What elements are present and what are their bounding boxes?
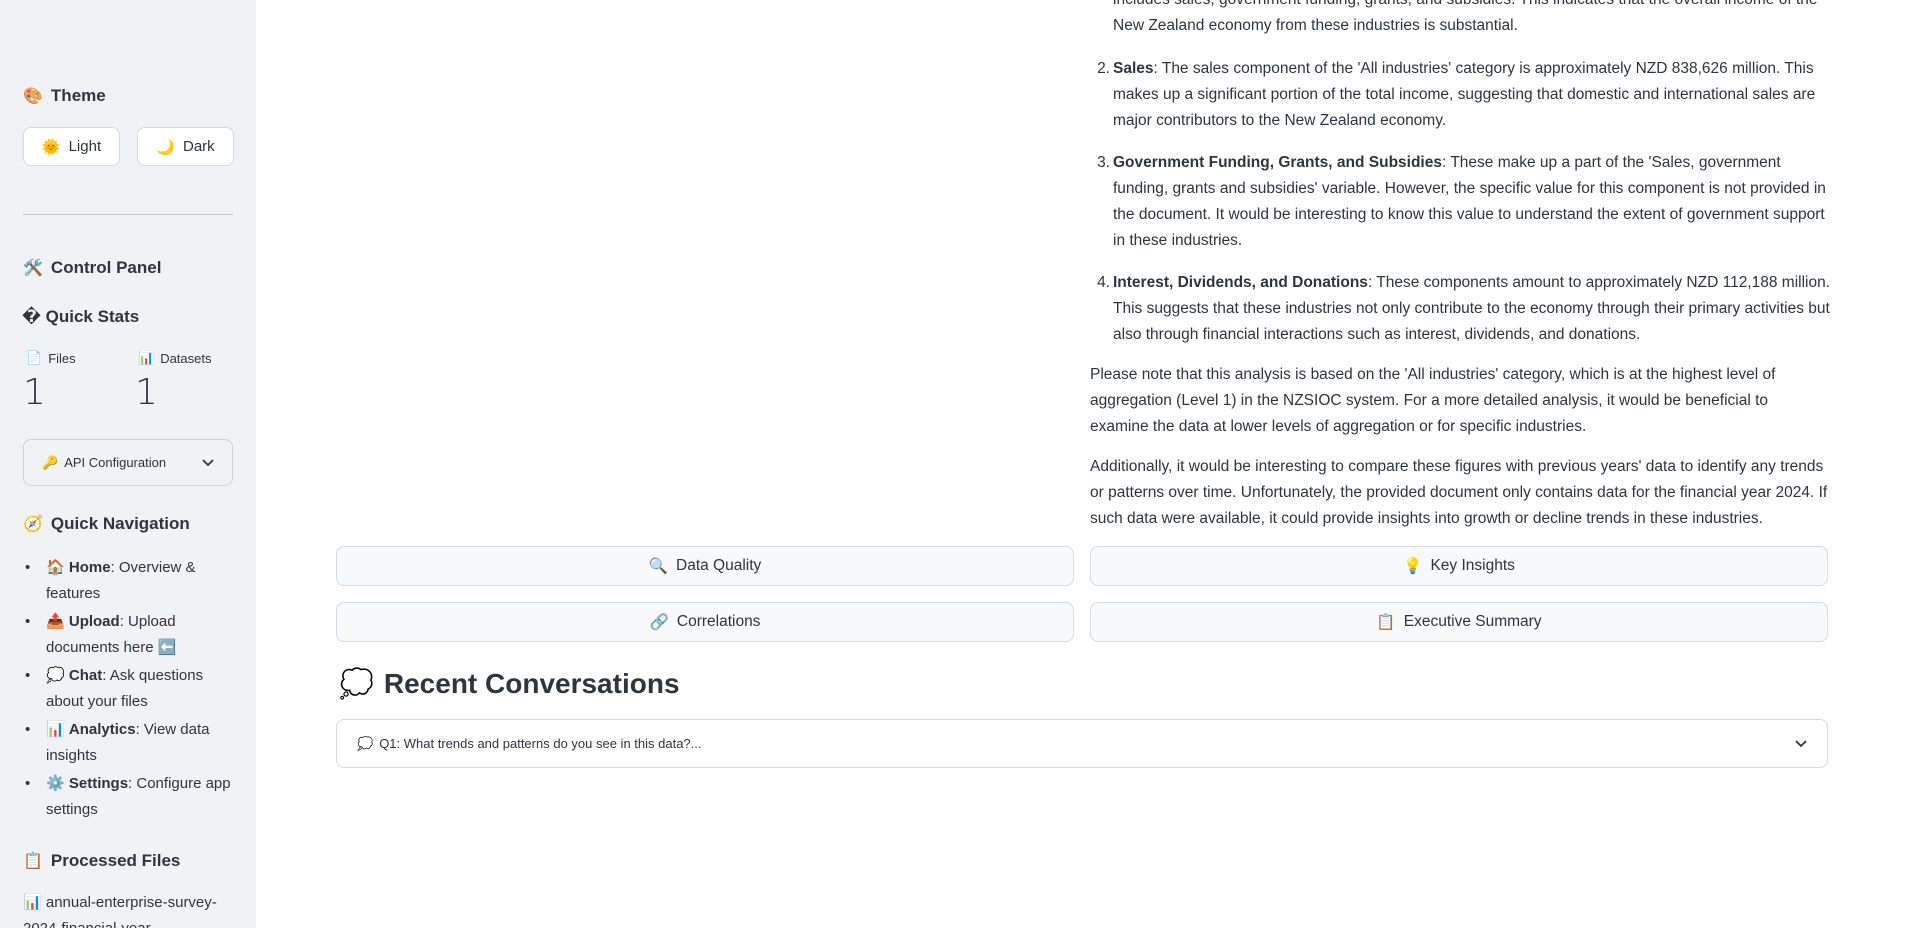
nav-item-settings[interactable]: ⚙️ Settings: Configure app settings	[23, 771, 238, 823]
compass-icon: 🧭	[23, 516, 43, 533]
quick-navigation-title: Quick Navigation	[50, 514, 190, 533]
list-item-title: Government Funding, Grants, and Subsidie…	[1113, 154, 1442, 171]
thought-bubble-icon: 💭	[339, 668, 374, 699]
list-item: 3. Government Funding, Grants, and Subsi…	[1092, 150, 1832, 254]
response-paragraph-partial: includes sales, government funding, gran…	[1090, 0, 1830, 39]
chevron-down-icon	[202, 456, 214, 470]
tools-icon: 🛠️	[23, 260, 43, 277]
button-label: Executive Summary	[1403, 613, 1542, 630]
thought-bubble-icon: 💭	[46, 667, 65, 684]
stat-value-files: 1	[23, 372, 46, 413]
nav-item-chat[interactable]: 💭 Chat: Ask questions about your files	[23, 663, 238, 715]
sidebar: 🎨 Theme 🌞 Light 🌙 Dark 🛠️ Control Panel …	[0, 0, 256, 928]
stat-value-datasets: 1	[135, 372, 158, 413]
recent-conversations-heading: 💭 Recent Conversations	[339, 667, 680, 700]
list-number: 3.	[1097, 154, 1110, 171]
bar-chart-icon: 📊	[23, 894, 42, 911]
light-label: Light	[68, 138, 102, 155]
bar-chart-icon: 📊	[138, 350, 155, 365]
response-paragraph: Please note that this analysis is based …	[1090, 366, 1776, 435]
list-item-title: Interest, Dividends, and Donations	[1113, 274, 1368, 291]
palette-icon: 🎨	[23, 88, 43, 105]
document-icon: 📄	[26, 350, 43, 365]
theme-title: Theme	[50, 86, 106, 105]
api-configuration-label: API Configuration	[64, 455, 167, 470]
clipboard-icon: 📋	[23, 853, 43, 870]
list-item-title: Sales	[1113, 60, 1154, 77]
button-label: Key Insights	[1430, 557, 1515, 574]
bar-chart-icon: 📊	[46, 721, 65, 738]
theme-heading: 🎨 Theme	[23, 86, 106, 106]
lightbulb-icon: 💡	[1403, 557, 1423, 575]
nav-item-analytics[interactable]: 📊 Analytics: View data insights	[23, 717, 238, 769]
upload-icon: 📤	[46, 613, 65, 630]
magnifier-icon: 🔍	[648, 557, 668, 575]
recent-conversations-title: Recent Conversations	[383, 667, 680, 699]
key-icon: 🔑	[42, 454, 59, 470]
conversation-expander[interactable]: 💭 Q1: What trends and patterns do you se…	[336, 719, 1828, 768]
gear-icon: ⚙️	[46, 775, 65, 792]
control-panel-title: Control Panel	[50, 258, 162, 277]
processed-file-name: annual-enterprise-survey-2024-financial-…	[23, 894, 217, 928]
control-panel-heading: 🛠️ Control Panel	[23, 258, 161, 278]
stat-label-files: 📄 Files	[26, 350, 76, 366]
processed-file-item: 📊 annual-enterprise-survey-2024-financia…	[23, 890, 238, 928]
stat-label-datasets: 📊 Datasets	[138, 350, 212, 366]
processed-files-heading: 📋 Processed Files	[23, 851, 180, 871]
nav-item-name: Analytics	[68, 721, 136, 738]
button-label: Correlations	[676, 613, 761, 630]
sun-icon: 🌞	[41, 138, 61, 156]
nav-item-name: Upload	[68, 613, 120, 630]
quick-stats-heading: � Quick Stats	[22, 307, 139, 327]
data-quality-button[interactable]: 🔍 Data Quality	[336, 546, 1074, 586]
stat-label-text: Datasets	[160, 350, 212, 366]
dark-label: Dark	[183, 138, 215, 155]
key-insights-button[interactable]: 💡 Key Insights	[1090, 546, 1828, 586]
list-number: 2.	[1097, 60, 1110, 77]
dark-theme-button[interactable]: 🌙 Dark	[137, 127, 234, 166]
button-label: Data Quality	[676, 557, 762, 574]
nav-item-upload[interactable]: 📤 Upload: Upload documents here ⬅️	[23, 609, 238, 661]
nav-item-name: Chat	[68, 667, 103, 684]
correlations-button[interactable]: 🔗 Correlations	[336, 602, 1074, 642]
list-item: 2. Sales: The sales component of the 'Al…	[1092, 56, 1832, 134]
clipboard-icon: 📋	[1376, 613, 1396, 631]
response-paragraph: Additionally, it would be interesting to…	[1090, 458, 1828, 527]
thought-bubble-icon: 💭	[357, 735, 374, 751]
nav-item-home[interactable]: 🏠 Home: Overview & features	[23, 555, 238, 607]
conversation-label: Q1: What trends and patterns do you see …	[379, 736, 702, 751]
api-configuration-expander[interactable]: 🔑 API Configuration	[23, 439, 233, 486]
processed-files-title: Processed Files	[50, 851, 181, 870]
list-item: 4. Interest, Dividends, and Donations: T…	[1092, 270, 1832, 348]
chevron-down-icon	[1795, 737, 1807, 751]
sidebar-divider	[23, 214, 233, 215]
quick-stats-title: � Quick Stats	[22, 307, 140, 326]
light-theme-button[interactable]: 🌞 Light	[23, 127, 120, 166]
navigation-list: 🏠 Home: Overview & features 📤 Upload: Up…	[23, 555, 238, 825]
partial-text: includes sales, government funding, gran…	[1113, 0, 1818, 34]
stat-label-text: Files	[48, 350, 76, 366]
quick-navigation-heading: 🧭 Quick Navigation	[23, 514, 190, 534]
moon-icon: 🌙	[156, 138, 175, 156]
home-icon: 🏠	[46, 559, 65, 576]
link-icon: 🔗	[649, 613, 669, 631]
executive-summary-button[interactable]: 📋 Executive Summary	[1090, 602, 1828, 642]
nav-item-name: Home	[68, 559, 111, 576]
list-number: 4.	[1097, 274, 1110, 291]
nav-item-name: Settings	[68, 775, 129, 792]
list-item-text: : The sales component of the 'All indust…	[1113, 60, 1816, 129]
